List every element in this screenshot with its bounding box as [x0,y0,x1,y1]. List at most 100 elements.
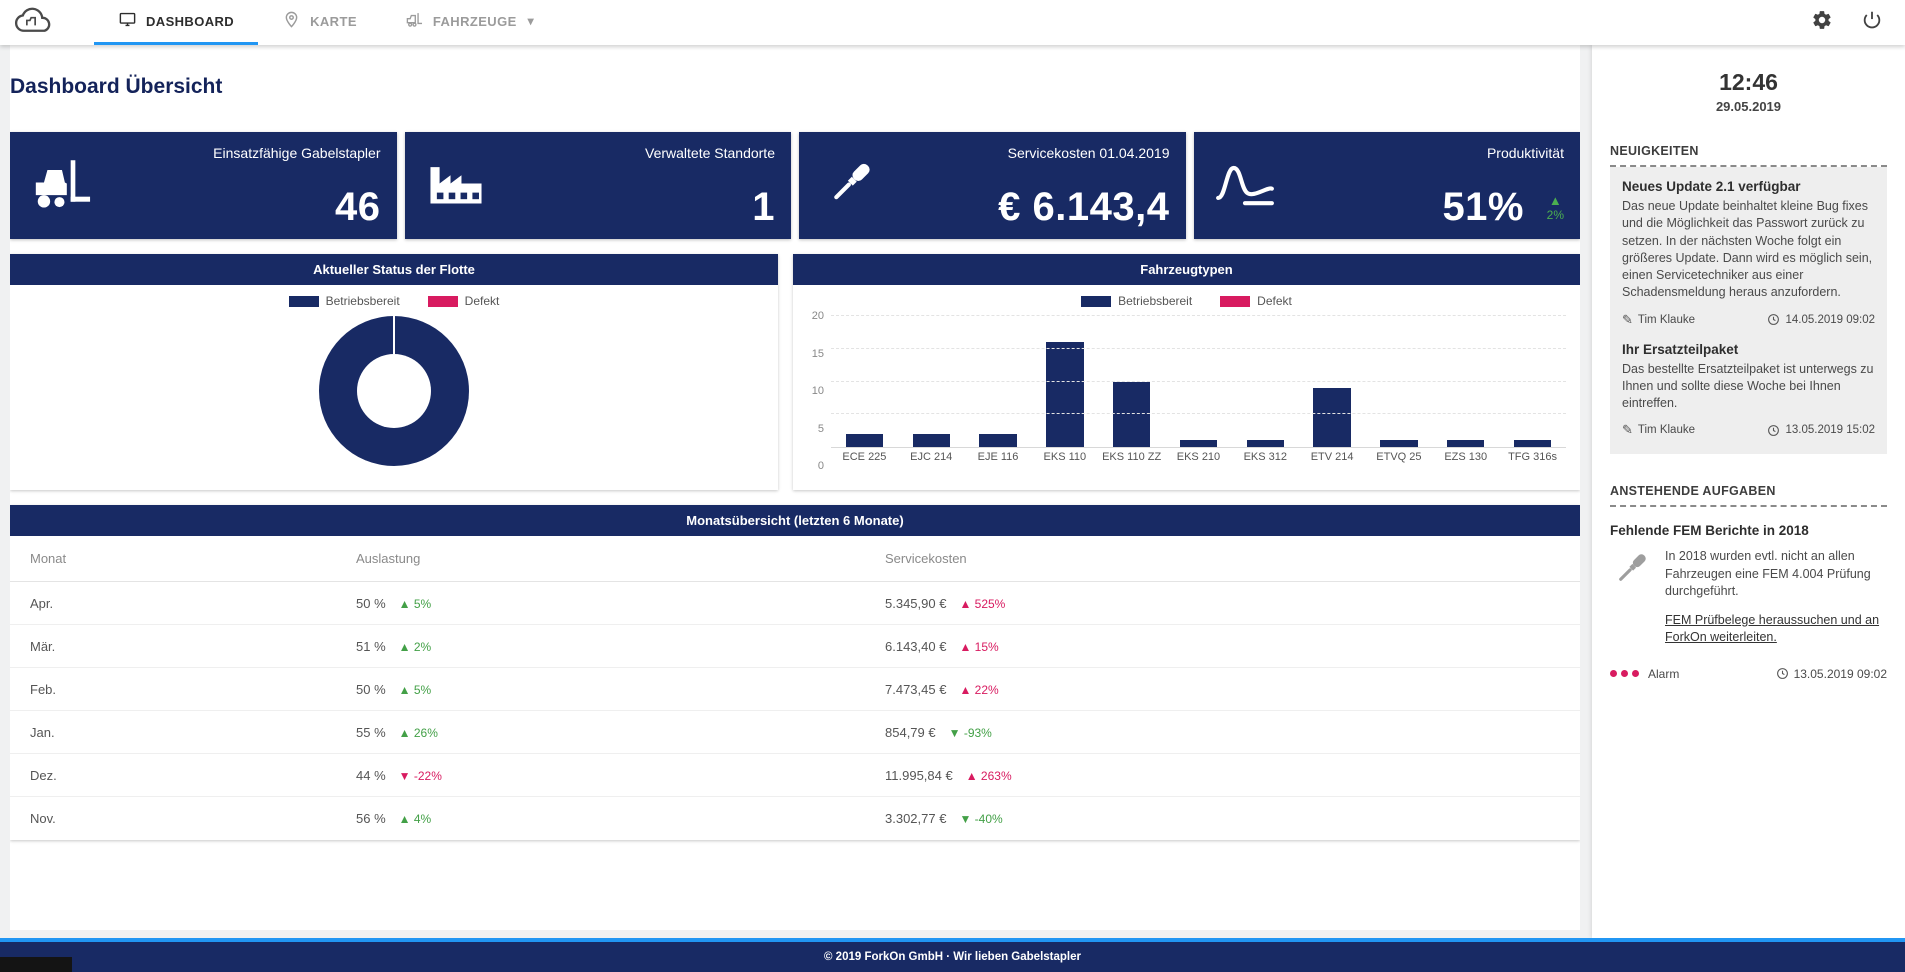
legend-item-defekt: Defekt [1220,294,1292,308]
servicecost-trend: ▲ 22% [959,683,998,697]
card-title: Aktueller Status der Flotte [10,254,778,285]
tab-karte[interactable]: KARTE [258,0,381,45]
vehicle-types-card: Fahrzeugtypen Betriebsbereit Defekt 0510… [793,254,1580,490]
utilization-value-cell: 50 %▲ 5% [356,682,885,697]
news-list: Neues Update 2.1 verfügbarDas neue Updat… [1610,167,1887,454]
legend-label: Defekt [465,294,500,308]
clock-icon [1767,424,1780,437]
donut-legend: Betriebsbereit Defekt [10,294,778,308]
page-title: Dashboard Übersicht [10,75,1580,99]
monitor-icon [118,10,137,32]
bar-chart-plot [831,316,1566,448]
table-row: Feb.50 %▲ 5%7.473,45 €▲ 22% [10,668,1580,711]
alarm-label: Alarm [1648,667,1679,681]
chevron-down-icon: ▾ [528,14,534,28]
y-axis-tick: 10 [812,385,824,397]
tab-label: DASHBOARD [146,14,234,29]
kpi-label: Verwaltete Standorte [645,145,775,161]
utilization-value: 44 % [356,768,386,783]
news-title: Neues Update 2.1 verfügbar [1622,179,1875,194]
timestamp-text: 13.05.2019 15:02 [1785,424,1875,436]
bar-legend: Betriebsbereit Defekt [793,294,1580,308]
gear-icon[interactable] [1811,9,1833,36]
utilization-trend: ▼ -22% [399,769,442,783]
task-body: In 2018 wurden evtl. nicht an allen Fahr… [1665,548,1887,600]
legend-item-betriebsbereit: Betriebsbereit [289,294,400,308]
legend-label: Betriebsbereit [1118,294,1192,308]
top-navbar: DASHBOARD KARTE FAHRZEUGE ▾ [0,0,1905,45]
y-axis-tick: 0 [818,460,824,472]
tab-dashboard[interactable]: DASHBOARD [94,0,258,45]
utilization-trend: ▲ 4% [399,812,432,826]
bar-group [898,316,965,447]
column-header-auslastung: Auslastung [356,551,885,566]
task-item: Fehlende FEM Berichte in 2018 In 2018 wu… [1610,523,1887,680]
card-title: Fahrzeugtypen [793,254,1580,285]
tab-label: KARTE [310,14,357,29]
alarm-dot [1610,670,1617,677]
right-sidebar: 12:46 29.05.2019 NEUIGKEITEN Neues Updat… [1592,45,1905,938]
utilization-value: 51 % [356,639,386,654]
utilization-value-cell: 44 % ▼ -22% [356,768,885,783]
servicecost-value: 854,79 € [885,725,936,740]
clock-date: 29.05.2019 [1610,99,1887,114]
tab-fahrzeuge[interactable]: FAHRZEUGE ▾ [381,0,558,45]
bar-category-label: EJC 214 [898,451,965,463]
kpi-label: Einsatzfähige Gabelstapler [213,145,380,161]
column-header-servicekosten: Servicekosten [885,551,1580,566]
utilization-value: 55 % [356,725,386,740]
news-meta: ✎Tim Klauke13.05.2019 15:02 [1622,422,1875,438]
news-timestamp: 14.05.2019 09:02 [1767,313,1875,326]
gridline [831,413,1566,414]
bar-chart-main: ECE 225EJC 214EJE 116EKS 110EKS 110 ZZEK… [831,316,1566,466]
power-icon[interactable] [1861,9,1883,36]
bar-category-label: EKS 210 [1165,451,1232,463]
forklift-icon [30,155,92,216]
servicecost-value-cell: 11.995,84 €▲ 263% [885,768,1580,783]
bar-chart: 05101520 ECE 225EJC 214EJE 116EKS 110EKS… [803,316,1566,466]
servicecost-value: 5.345,90 € [885,596,946,611]
cell-month: Dez. [30,768,356,783]
news-title: Ihr Ersatzteilpaket [1622,342,1875,357]
bar-group [1432,316,1499,447]
news-section-title: NEUIGKEITEN [1610,144,1887,167]
monthly-table-body: Apr.50 %▲ 5%5.345,90 €▲ 525% Mär.51 % ▲ 2%… [10,582,1580,840]
kpi-label: Produktivität [1487,145,1564,161]
servicecost-value: 6.143,40 € [885,639,946,654]
servicecost-trend: ▲ 15% [959,640,998,654]
kpi-delta: ▲ 2% [1547,194,1564,223]
legend-label: Defekt [1257,294,1292,308]
pencil-icon: ✎ [1622,312,1633,328]
servicecost-value: 7.473,45 € [885,682,946,697]
task-link[interactable]: FEM Prüfbelege heraussuchen und an ForkO… [1665,612,1887,647]
bar-betriebsbereit [1514,440,1551,447]
bar-group [1366,316,1433,447]
utilization-trend: ▲ 5% [399,683,432,697]
table-row: Apr.50 %▲ 5%5.345,90 €▲ 525% [10,582,1580,625]
bar-betriebsbereit [1046,342,1083,447]
kpi-value: € 6.143,4 [998,185,1169,230]
kpi-label: Servicekosten 01.04.2019 [1008,145,1170,161]
task-meta: Alarm 13.05.2019 09:02 [1610,667,1887,681]
timestamp-text: 13.05.2019 09:02 [1794,667,1887,681]
servicecost-value-cell: 7.473,45 € ▲ 22% [885,682,1580,697]
forkon-logo[interactable] [10,3,56,43]
legend-swatch-navy [289,296,319,307]
servicecost-trend: ▲ 263% [966,769,1012,783]
fleet-status-card: Aktueller Status der Flotte Betriebsbere… [10,254,778,490]
task-timestamp: 13.05.2019 09:02 [1776,667,1887,681]
legend-item-betriebsbereit: Betriebsbereit [1081,294,1192,308]
table-row: Jan.55 %▲ 26%854,79 €▼ -93% [10,711,1580,754]
gridline [831,315,1566,316]
legend-item-defekt: Defekt [428,294,500,308]
cell-month: Mär. [30,639,356,654]
servicecost-value-cell: 6.143,40 € ▲ 15% [885,639,1580,654]
utilization-trend: ▲ 2% [399,640,432,654]
clock-icon [1776,667,1789,680]
bar-betriebsbereit [1180,440,1217,447]
bar-chart-yaxis: 05101520 [803,316,831,466]
bar-category-label: EKS 312 [1232,451,1299,463]
kpi-card-servicekosten: Servicekosten 01.04.2019 € 6.143,4 [799,132,1186,239]
kpi-card-gabelstapler: Einsatzfähige Gabelstapler 46 [10,132,397,239]
alarm-dot [1632,670,1639,677]
